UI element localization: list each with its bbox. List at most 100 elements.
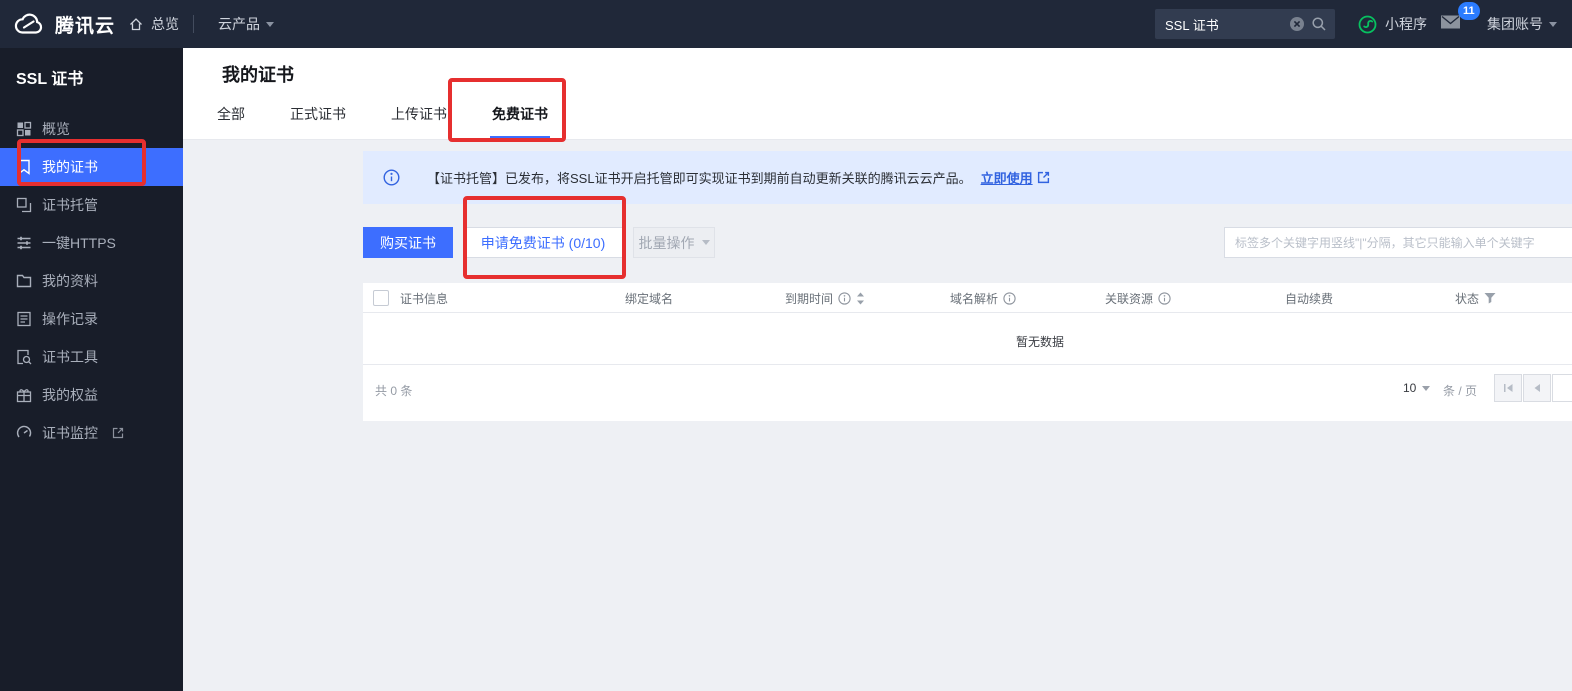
sidebar-item-one-click-https[interactable]: 一键HTTPS — [0, 224, 183, 262]
sidebar-item-label: 一键HTTPS — [42, 233, 116, 253]
nav-products[interactable]: 云产品 — [218, 0, 274, 48]
tencent-cloud-logo[interactable]: 腾讯云 — [12, 0, 115, 48]
stacked-squares-icon — [16, 197, 32, 213]
document-search-icon — [16, 349, 32, 365]
column-cert-info: 证书信息 — [400, 283, 448, 313]
sidebar-item-label: 证书工具 — [42, 347, 98, 367]
batch-operation-label: 批量操作 — [639, 233, 695, 253]
apply-free-certificate-button[interactable]: 申请免费证书 (0/10) — [463, 227, 623, 258]
chevron-down-icon — [266, 22, 274, 27]
tab-all[interactable]: 全部 — [215, 104, 247, 139]
cloud-logo-icon — [12, 13, 46, 36]
sidebar-item-cert-monitor[interactable]: 证书监控 — [0, 414, 183, 452]
info-icon[interactable] — [1158, 292, 1171, 305]
column-status: 状态 — [1455, 283, 1496, 313]
info-banner: 【证书托管】已发布，将SSL证书开启托管即可实现证书到期前自动更新关联的腾讯云云… — [363, 151, 1572, 204]
column-label: 到期时间 — [785, 290, 833, 307]
page-size-select[interactable]: 10 — [1403, 381, 1430, 395]
sidebar-title: SSL 证书 — [0, 48, 183, 107]
topbar-search[interactable] — [1155, 9, 1335, 39]
sidebar-item-cert-tools[interactable]: 证书工具 — [0, 338, 183, 376]
sidebar-item-label: 概览 — [42, 119, 70, 139]
total-count: 共 0 条 — [375, 382, 412, 399]
gift-icon — [16, 387, 32, 403]
column-domain-resolution: 域名解析 — [950, 283, 1016, 313]
sort-icon[interactable] — [856, 292, 865, 305]
sidebar-item-my-certificates[interactable]: 我的证书 — [0, 148, 183, 186]
sidebar-item-overview[interactable]: 概览 — [0, 110, 183, 148]
document-lines-icon — [16, 311, 32, 327]
folder-icon — [16, 273, 32, 289]
chevron-down-icon — [702, 240, 710, 245]
sidebar-item-my-benefits[interactable]: 我的权益 — [0, 376, 183, 414]
sidebar-item-label: 我的权益 — [42, 385, 98, 405]
sidebar-item-operation-log[interactable]: 操作记录 — [0, 300, 183, 338]
mini-program-label: 小程序 — [1385, 14, 1427, 34]
gauge-icon — [16, 425, 32, 441]
certificates-table: 证书信息 绑定域名 到期时间 域名解析 — [363, 283, 1572, 421]
external-link-icon — [112, 427, 124, 439]
tabs: 全部 正式证书 上传证书 免费证书 — [215, 104, 591, 139]
sliders-icon — [16, 235, 32, 251]
tab-paid-certificates[interactable]: 正式证书 — [288, 104, 348, 139]
prev-page-button[interactable] — [1523, 374, 1551, 402]
sidebar-item-label: 证书托管 — [42, 195, 98, 215]
info-icon[interactable] — [1003, 292, 1016, 305]
tab-uploaded-certificates[interactable]: 上传证书 — [389, 104, 449, 139]
page-size-value: 10 — [1403, 381, 1416, 395]
first-page-button[interactable] — [1494, 374, 1522, 402]
topbar-search-input[interactable] — [1163, 16, 1283, 33]
sidebar-item-label: 我的证书 — [42, 157, 98, 177]
column-label: 状态 — [1455, 290, 1479, 307]
nav-overview[interactable]: 总览 — [128, 0, 179, 48]
filter-funnel-icon[interactable] — [1484, 292, 1496, 304]
external-link-icon — [1037, 171, 1050, 184]
account-label: 集团账号 — [1487, 14, 1543, 34]
sidebar-item-label: 我的资料 — [42, 271, 98, 291]
sidebar: SSL 证书 概览 我的证书 — [0, 48, 183, 691]
current-page-box[interactable] — [1552, 374, 1572, 402]
clear-circle-icon[interactable] — [1289, 16, 1305, 32]
column-label: 证书信息 — [400, 290, 448, 307]
column-label: 域名解析 — [950, 290, 998, 307]
page-title: 我的证书 — [222, 61, 294, 87]
content-header: 我的证书 全部 正式证书 上传证书 免费证书 — [183, 48, 1572, 140]
buy-certificate-button[interactable]: 购买证书 — [363, 227, 453, 258]
info-icon[interactable] — [838, 292, 851, 305]
sidebar-item-label: 证书监控 — [42, 423, 98, 443]
column-bound-domain: 绑定域名 — [625, 283, 673, 313]
mail-count-badge: 11 — [1458, 2, 1480, 20]
mini-program-entry[interactable]: 小程序 — [1358, 0, 1427, 48]
sidebar-item-cert-hosting[interactable]: 证书托管 — [0, 186, 183, 224]
select-all-checkbox[interactable] — [373, 290, 389, 306]
nav-products-label: 云产品 — [218, 14, 260, 34]
column-expire-time: 到期时间 — [785, 283, 865, 313]
page-size-unit: 条 / 页 — [1443, 382, 1477, 399]
batch-operation-button[interactable]: 批量操作 — [633, 227, 715, 258]
sidebar-menu: 概览 我的证书 证书托管 — [0, 110, 183, 452]
column-label: 绑定域名 — [625, 290, 673, 307]
bookmark-icon — [16, 159, 32, 175]
column-auto-renewal: 自动续费 — [1285, 283, 1333, 313]
sidebar-item-label: 操作记录 — [42, 309, 98, 329]
account-menu[interactable]: 集团账号 — [1487, 0, 1557, 48]
mail-button[interactable] — [1440, 14, 1461, 30]
mail-icon — [1440, 14, 1461, 30]
nav-overview-label: 总览 — [151, 14, 179, 34]
brand-text: 腾讯云 — [55, 11, 115, 38]
column-associated-resources: 关联资源 — [1105, 283, 1171, 313]
chevron-down-icon — [1422, 386, 1430, 391]
column-label: 关联资源 — [1105, 290, 1153, 307]
tag-keyword-search-input[interactable] — [1224, 227, 1572, 258]
topbar-divider — [193, 15, 194, 33]
search-icon[interactable] — [1311, 16, 1327, 32]
tab-free-certificates[interactable]: 免费证书 — [490, 104, 550, 139]
empty-state-text: 暂无数据 — [1016, 333, 1064, 350]
banner-link[interactable]: 立即使用 — [981, 168, 1033, 187]
column-label: 自动续费 — [1285, 290, 1333, 307]
sidebar-item-my-documents[interactable]: 我的资料 — [0, 262, 183, 300]
banner-text: 【证书托管】已发布，将SSL证书开启托管即可实现证书到期前自动更新关联的腾讯云云… — [427, 168, 972, 187]
info-icon — [383, 169, 400, 186]
top-navbar: 腾讯云 总览 云产品 — [0, 0, 1572, 48]
pagination-bar: 共 0 条 10 条 / 页 — [363, 366, 1572, 421]
